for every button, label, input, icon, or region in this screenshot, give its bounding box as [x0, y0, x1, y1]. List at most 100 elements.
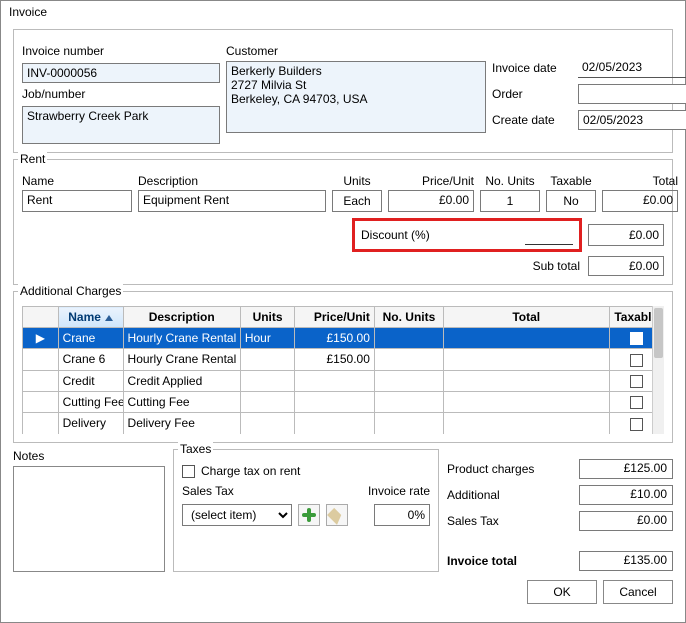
- cell-units: [240, 413, 294, 434]
- cell-price: £150.00: [295, 349, 375, 370]
- job-number-value[interactable]: Strawberry Creek Park: [22, 106, 220, 144]
- taxable-checkbox[interactable]: [630, 375, 643, 388]
- subtotal-value: £0.00: [588, 256, 664, 276]
- invoice-date-label: Invoice date: [492, 61, 572, 75]
- rent-hdr-description: Description: [138, 174, 326, 188]
- sales-tax-label: Sales Tax: [182, 484, 234, 498]
- table-row[interactable]: Crane 6Hourly Crane Rental £150.00: [23, 349, 664, 370]
- invoice-rate-label: Invoice rate: [368, 484, 430, 498]
- job-number-label: Job/number: [22, 87, 220, 101]
- additional-hdr-total[interactable]: Total: [444, 307, 609, 328]
- window-title: Invoice: [1, 1, 685, 23]
- customer-address[interactable]: Berkerly Builders 2727 Milvia St Berkele…: [226, 61, 486, 133]
- order-input[interactable]: [578, 84, 686, 104]
- row-indicator: [23, 391, 59, 412]
- rent-units[interactable]: Each: [332, 190, 382, 212]
- row-indicator: ▶: [23, 328, 59, 349]
- cell-units: [240, 349, 294, 370]
- cell-price: £150.00: [295, 328, 375, 349]
- rent-hdr-nounits: No. Units: [480, 174, 540, 188]
- add-button[interactable]: [298, 504, 320, 526]
- row-indicator: [23, 413, 59, 434]
- subtotal-label: Sub total: [533, 259, 580, 273]
- rent-nounits[interactable]: 1: [480, 190, 540, 212]
- discount-input[interactable]: [525, 225, 573, 245]
- table-row[interactable]: ▶CraneHourly Crane RentalHour£150.00: [23, 328, 664, 349]
- cell-nounits: [374, 370, 443, 391]
- taxable-checkbox[interactable]: [630, 418, 643, 431]
- invoice-date-value[interactable]: 02/05/2023: [578, 58, 686, 78]
- invoice-rate-value[interactable]: 0%: [374, 504, 430, 526]
- product-charges-value: £125.00: [579, 459, 673, 479]
- notes-label: Notes: [13, 449, 165, 463]
- cell-total: [444, 413, 609, 434]
- rent-hdr-units: Units: [332, 174, 382, 188]
- rent-taxable-button[interactable]: No: [546, 190, 596, 212]
- rent-description[interactable]: Equipment Rent: [138, 190, 326, 212]
- additional-section-label: Additional Charges: [18, 284, 123, 298]
- plus-icon: [302, 508, 316, 522]
- scrollbar-thumb[interactable]: [654, 308, 663, 358]
- pencil-icon: [327, 505, 347, 525]
- taxable-checkbox[interactable]: [630, 396, 643, 409]
- rent-price[interactable]: £0.00: [388, 190, 474, 212]
- cell-name: Credit: [58, 370, 123, 391]
- customer-line3: Berkeley, CA 94703, USA: [231, 92, 481, 106]
- customer-line2: 2727 Milvia St: [231, 78, 481, 92]
- cancel-button[interactable]: Cancel: [603, 580, 673, 604]
- cell-total: [444, 349, 609, 370]
- additional-header-row: Name Description Units Price/Unit No. Un…: [23, 307, 664, 328]
- totals-group: Product charges £125.00 Additional £10.0…: [447, 449, 673, 572]
- taxes-group: Taxes Charge tax on rent Sales Tax Invoi…: [173, 449, 439, 572]
- cell-name: Crane 6: [58, 349, 123, 370]
- cell-price: [295, 413, 375, 434]
- discount-total: £0.00: [588, 224, 664, 246]
- cell-units: Hour: [240, 328, 294, 349]
- cell-name: Delivery: [58, 413, 123, 434]
- notes-field[interactable]: [13, 466, 165, 572]
- cell-description: Hourly Crane Rental: [123, 349, 240, 370]
- additional-hdr-name[interactable]: Name: [58, 307, 123, 328]
- cell-total: [444, 391, 609, 412]
- create-date-input[interactable]: [578, 110, 686, 130]
- cell-nounits: [374, 391, 443, 412]
- rent-hdr-total: Total: [602, 174, 678, 188]
- additional-hdr-price[interactable]: Price/Unit: [295, 307, 375, 328]
- cell-nounits: [374, 349, 443, 370]
- rent-hdr-name: Name: [22, 174, 132, 188]
- cell-description: Cutting Fee: [123, 391, 240, 412]
- additional-value: £10.00: [579, 485, 673, 505]
- rent-section-label: Rent: [18, 152, 47, 166]
- additional-hdr-description[interactable]: Description: [123, 307, 240, 328]
- invoice-number-value[interactable]: INV-0000056: [22, 63, 220, 83]
- scrollbar[interactable]: [652, 306, 664, 434]
- edit-button[interactable]: [326, 504, 348, 526]
- cell-description: Hourly Crane Rental: [123, 328, 240, 349]
- sales-tax-select[interactable]: (select item): [182, 504, 292, 526]
- rent-name[interactable]: Rent: [22, 190, 132, 212]
- taxes-label: Taxes: [178, 442, 213, 456]
- rent-total: £0.00: [602, 190, 678, 212]
- cell-description: Delivery Fee: [123, 413, 240, 434]
- product-charges-label: Product charges: [447, 462, 579, 476]
- table-row[interactable]: Cutting FeeCutting Fee: [23, 391, 664, 412]
- taxable-checkbox[interactable]: [630, 354, 643, 367]
- ok-button[interactable]: OK: [527, 580, 597, 604]
- charge-tax-checkbox[interactable]: [182, 465, 195, 478]
- cell-units: [240, 391, 294, 412]
- cell-name: Cutting Fee: [58, 391, 123, 412]
- additional-hdr-units[interactable]: Units: [240, 307, 294, 328]
- invoice-total-value: £135.00: [579, 551, 673, 571]
- table-row[interactable]: DeliveryDelivery Fee: [23, 413, 664, 434]
- additional-table-scroll[interactable]: Name Description Units Price/Unit No. Un…: [22, 306, 664, 434]
- additional-label: Additional: [447, 488, 579, 502]
- additional-hdr-nounits[interactable]: No. Units: [374, 307, 443, 328]
- cell-price: [295, 391, 375, 412]
- customer-line1: Berkerly Builders: [231, 64, 481, 78]
- totals-sales-tax-value: £0.00: [579, 511, 673, 531]
- table-row[interactable]: CreditCredit Applied: [23, 370, 664, 391]
- taxable-checkbox[interactable]: [630, 332, 643, 345]
- cell-units: [240, 370, 294, 391]
- customer-label: Customer: [226, 44, 486, 58]
- additional-table: Name Description Units Price/Unit No. Un…: [22, 306, 664, 434]
